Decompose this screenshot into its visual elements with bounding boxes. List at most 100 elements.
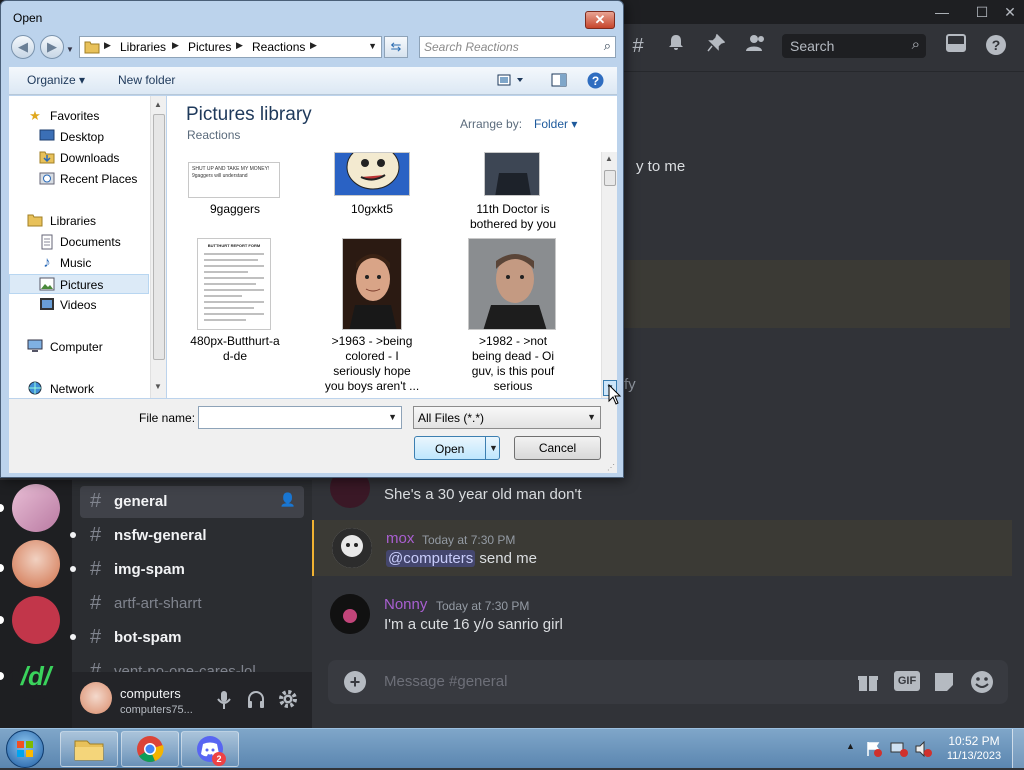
sticker-icon[interactable]	[932, 670, 956, 694]
nav-videos[interactable]: Videos	[9, 295, 149, 315]
file-item[interactable]: BUTTHURT REPORT FORM 480px-Butthurt-a d-…	[176, 238, 294, 388]
nav-favorites[interactable]: ★ Favorites	[9, 106, 149, 126]
user-avatar[interactable]	[80, 682, 112, 714]
file-item[interactable]: 10gxkt5	[313, 152, 431, 232]
username[interactable]: computers	[120, 686, 181, 701]
resize-grip[interactable]: ⋰	[607, 463, 615, 472]
hash-icon: #	[90, 592, 102, 614]
file-list-scrollbar[interactable]: ▲ ▼	[601, 152, 617, 398]
notification-bell-icon[interactable]	[664, 34, 688, 58]
breadcrumb-separator[interactable]: ▶	[172, 40, 179, 51]
file-item[interactable]: 11th Doctor is bothered by you	[454, 152, 572, 232]
nav-desktop[interactable]: Desktop	[9, 127, 149, 147]
file-item[interactable]: SHUT UP AND TAKE MY MONEY! 9gaggers will…	[176, 152, 294, 232]
help-icon[interactable]: ?	[587, 72, 604, 92]
nav-libraries[interactable]: Libraries	[9, 211, 149, 231]
clock-time[interactable]: 10:52 PM	[944, 734, 1004, 748]
breadcrumb-separator[interactable]: ▶	[236, 40, 243, 51]
recent-locations-dropdown[interactable]: ▼	[66, 45, 74, 54]
network-icon[interactable]	[890, 741, 908, 757]
breadcrumb-reactions[interactable]: Reactions	[252, 40, 305, 54]
breadcrumb-separator[interactable]: ▶	[104, 40, 111, 51]
user-mention[interactable]: @computers	[386, 550, 476, 567]
address-history-dropdown[interactable]: ▼	[368, 41, 377, 51]
nav-computer[interactable]: Computer	[9, 337, 149, 357]
volume-muted-icon[interactable]	[914, 740, 932, 758]
channel-artf-art-sharrt[interactable]: # artf-art-sharrt	[80, 588, 304, 620]
file-type-select[interactable]: All Files (*.*) ▼	[413, 406, 601, 429]
open-button[interactable]: Open ▼	[414, 436, 500, 460]
server-icon[interactable]	[12, 540, 60, 588]
channel-img-spam[interactable]: # img-spam	[70, 554, 304, 586]
search-reactions-input[interactable]: Search Reactions ⌕	[419, 36, 616, 58]
minimize-button[interactable]: —	[932, 2, 952, 22]
show-desktop-button[interactable]	[1012, 729, 1024, 768]
start-button[interactable]	[6, 730, 44, 768]
server-icon[interactable]	[12, 596, 60, 644]
member-list-icon[interactable]	[744, 34, 768, 58]
channel-general[interactable]: # general 👤	[80, 486, 304, 518]
open-file-dialog: Open ✕ ◀ ▶ ▼ ▶ Libraries ▶ Pictures ▶ Re…	[0, 0, 624, 478]
show-hidden-icons-button[interactable]: ▲	[846, 741, 855, 751]
breadcrumb-pictures[interactable]: Pictures	[188, 40, 231, 54]
headphones-icon[interactable]	[246, 690, 266, 710]
gift-icon[interactable]	[856, 670, 880, 694]
refresh-button[interactable]: ⇆	[384, 36, 408, 58]
back-button[interactable]: ◀	[11, 35, 35, 59]
microphone-icon[interactable]	[216, 690, 232, 710]
address-bar[interactable]: ▶ Libraries ▶ Pictures ▶ Reactions ▶ ▼	[79, 36, 382, 58]
preview-pane-icon[interactable]	[551, 73, 567, 90]
emoji-icon[interactable]	[970, 670, 994, 694]
discord-search-input[interactable]: Search ⌕	[782, 34, 926, 58]
file-item[interactable]: >1982 - >not being dead - Oi guv, is thi…	[454, 238, 572, 393]
channel-bot-spam[interactable]: # bot-spam	[70, 622, 304, 654]
dialog-close-button[interactable]: ✕	[585, 11, 615, 29]
arrange-by-dropdown[interactable]: Folder ▾	[534, 117, 577, 131]
inbox-icon[interactable]	[944, 34, 968, 58]
message-author[interactable]: Nonny	[384, 596, 427, 613]
avatar[interactable]	[330, 594, 370, 634]
scrollbar-thumb[interactable]	[604, 170, 616, 186]
message-author[interactable]: mox	[386, 530, 414, 547]
pin-icon[interactable]	[704, 33, 728, 58]
channel-nsfw-general[interactable]: # nsfw-general	[70, 520, 304, 552]
avatar[interactable]	[332, 528, 372, 568]
breadcrumb-separator[interactable]: ▶	[310, 40, 317, 51]
clock-date[interactable]: 11/13/2023	[940, 750, 1008, 762]
breadcrumb-libraries[interactable]: Libraries	[120, 40, 166, 54]
nav-documents[interactable]: Documents	[9, 232, 149, 252]
discord-taskbar-button[interactable]: 2	[181, 731, 239, 767]
explorer-taskbar-button[interactable]	[60, 731, 118, 767]
add-attachment-button[interactable]: +	[344, 671, 366, 693]
nav-recent-places[interactable]: Recent Places	[9, 169, 149, 189]
help-icon[interactable]: ?	[984, 34, 1008, 58]
open-options-dropdown[interactable]: ▼	[489, 443, 498, 453]
threads-icon[interactable]: #	[626, 34, 650, 58]
file-name-input[interactable]: ▼	[198, 406, 402, 429]
scrollbar-thumb[interactable]	[153, 114, 165, 360]
change-view-icon[interactable]	[497, 73, 527, 90]
file-item[interactable]: >1963 - >being colored - I seriously hop…	[313, 238, 431, 393]
server-icon[interactable]	[12, 484, 60, 532]
settings-gear-icon[interactable]	[278, 689, 298, 709]
channel-vent[interactable]: # vent-no-one-cares-lol	[80, 656, 304, 672]
invite-icon[interactable]: 👤	[280, 492, 296, 508]
maximize-button[interactable]: ☐	[972, 2, 992, 22]
nav-downloads[interactable]: Downloads	[9, 148, 149, 168]
action-center-flag-icon[interactable]	[866, 741, 882, 757]
server-icon-d[interactable]: /d/	[12, 652, 60, 700]
new-folder-button[interactable]: New folder	[118, 73, 175, 87]
message-input[interactable]: Message #general	[384, 673, 507, 690]
file-name: >1982 - >not being dead - Oi guv, is thi…	[471, 334, 555, 393]
file-name-history-dropdown[interactable]: ▼	[388, 412, 397, 422]
nav-music[interactable]: ♪ Music	[9, 253, 149, 273]
organize-button[interactable]: Organize ▾	[27, 73, 85, 87]
gif-button[interactable]: GIF	[894, 671, 920, 691]
navigation-pane-scrollbar[interactable]: ▲ ▼	[150, 96, 166, 398]
nav-network[interactable]: Network	[9, 379, 149, 399]
nav-pictures[interactable]: Pictures	[9, 274, 149, 294]
close-window-button[interactable]: ✕	[1000, 2, 1020, 22]
chrome-taskbar-button[interactable]	[121, 731, 179, 767]
forward-button[interactable]: ▶	[40, 35, 64, 59]
cancel-button[interactable]: Cancel	[514, 436, 601, 460]
